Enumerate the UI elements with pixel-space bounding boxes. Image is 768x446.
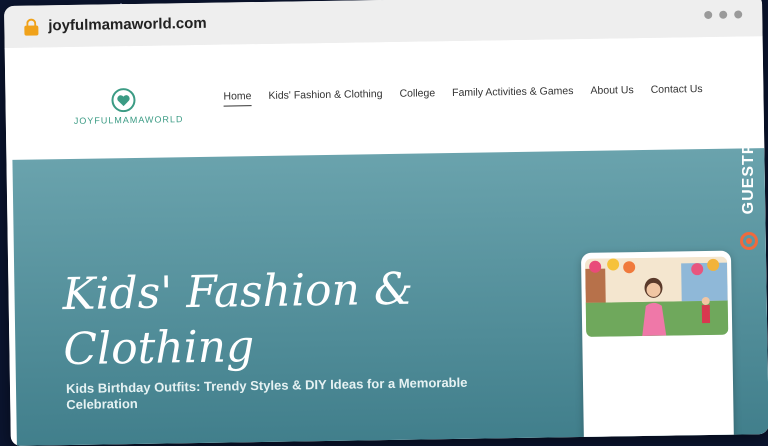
browser-window: joyfulmamaworld.com JOYFULMAMAWORLD Home…	[4, 0, 768, 446]
nav-about-us[interactable]: About Us	[590, 84, 633, 101]
lock-icon	[24, 18, 39, 36]
hero-subtitle-link[interactable]: Kids Birthday Outfits: Trendy Styles & D…	[66, 374, 536, 413]
address-bar-url[interactable]: joyfulmamaworld.com	[48, 15, 207, 34]
nav-kids-fashion[interactable]: Kids' Fashion & Clothing	[268, 88, 382, 106]
web-page: JOYFULMAMAWORLD Home Kids' Fashion & Clo…	[4, 36, 768, 446]
watermark-text: GUESTPOSTLINKS	[740, 53, 757, 215]
featured-post-card[interactable]	[580, 250, 735, 446]
site-logo[interactable]: JOYFULMAMAWORLD	[73, 87, 184, 126]
nav-home[interactable]: Home	[223, 90, 252, 107]
window-menu-icon[interactable]	[704, 10, 743, 20]
nav-family-activities[interactable]: Family Activities & Games	[452, 85, 574, 103]
nav-college[interactable]: College	[399, 87, 435, 104]
main-navigation: Home Kids' Fashion & Clothing College Fa…	[223, 83, 703, 107]
hero-banner: Kids' Fashion & Clothing Kids Birthday O…	[12, 148, 768, 446]
nav-contact-us[interactable]: Contact Us	[651, 83, 703, 100]
guestpostlinks-watermark: GUESTPOSTLINKS	[736, 36, 762, 250]
hero-title: Kids' Fashion & Clothing	[62, 263, 414, 376]
featured-image[interactable]	[585, 256, 729, 337]
link-emblem-icon	[740, 232, 758, 250]
logo-text: JOYFULMAMAWORLD	[73, 114, 184, 126]
heart-logo-icon	[111, 88, 136, 113]
